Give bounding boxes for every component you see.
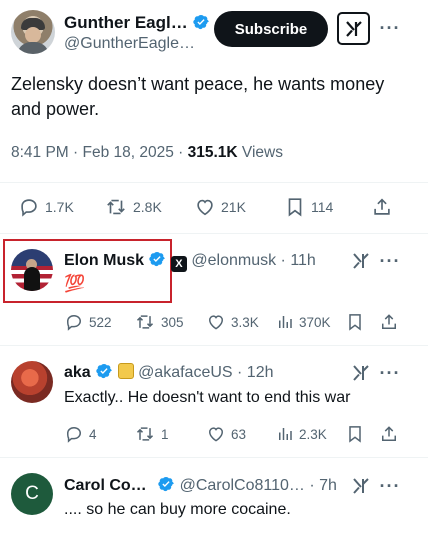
- reply-count: 522: [89, 314, 112, 330]
- like-button[interactable]: 63: [206, 424, 246, 444]
- repost-button[interactable]: 305: [134, 312, 184, 332]
- reply-author-handle[interactable]: @akafaceUS: [138, 364, 233, 381]
- bookmark-button[interactable]: 114: [284, 196, 333, 218]
- more-options-icon[interactable]: ···: [378, 361, 402, 385]
- like-button[interactable]: 21K: [194, 196, 246, 218]
- reply-author-handle[interactable]: @CarolCo8110…: [180, 477, 305, 494]
- like-count: 63: [231, 426, 247, 442]
- bookmark-button[interactable]: [345, 312, 365, 332]
- verified-badge-icon: [149, 251, 166, 267]
- reply-button[interactable]: 1.7K: [18, 196, 74, 218]
- share-button[interactable]: [371, 196, 393, 218]
- bookmark-icon: [349, 426, 361, 443]
- reply-icon: [21, 199, 37, 217]
- x-affiliation-badge-icon: X: [170, 256, 187, 272]
- heart-icon: [208, 315, 224, 330]
- share-icon: [382, 426, 396, 441]
- grok-button[interactable]: [337, 12, 370, 45]
- like-button[interactable]: 3.3K: [206, 312, 259, 332]
- tweet-timestamp[interactable]: 8:41 PM · Feb 18, 2025 ·: [11, 144, 188, 161]
- verified-badge-icon: [193, 14, 209, 30]
- repost-icon: [136, 315, 154, 329]
- views-bar-chart-icon: [279, 428, 292, 440]
- heart-icon: [208, 427, 224, 442]
- reply-count: 4: [89, 426, 97, 442]
- more-options-icon[interactable]: ···: [378, 249, 402, 273]
- grok-icon[interactable]: [351, 476, 371, 501]
- reply-header: Elon Musk X @elonmusk · 11h: [64, 250, 316, 272]
- reply-time[interactable]: · 7h: [309, 477, 337, 494]
- reply-header: Carol Co… @CarolCo8110… · 7h: [64, 475, 337, 495]
- reply-avatar[interactable]: [11, 361, 53, 403]
- verified-badge-icon: [158, 476, 174, 492]
- author-avatar[interactable]: [11, 10, 55, 54]
- like-count: 3.3K: [231, 314, 259, 330]
- reply-text: Exactly.. He doesn't want to end this wa…: [64, 389, 351, 406]
- divider: [0, 457, 428, 458]
- bookmark-count: 114: [311, 199, 334, 215]
- share-button[interactable]: [379, 424, 399, 444]
- subscribe-button[interactable]: Subscribe: [214, 11, 328, 47]
- views-bar-chart-icon: [279, 316, 292, 328]
- tweet-meta: 8:41 PM · Feb 18, 2025 · 315.1K Views: [11, 144, 283, 162]
- reply-time[interactable]: · 12h: [237, 364, 273, 381]
- repost-count: 305: [161, 314, 184, 330]
- grok-icon[interactable]: [351, 363, 371, 388]
- tweet-text: Zelensky doesn’t want peace, he wants mo…: [11, 74, 385, 119]
- reply-button[interactable]: 522: [64, 312, 112, 332]
- affiliation-badge-icon: [117, 363, 134, 379]
- views-count: 370K: [299, 314, 331, 330]
- repost-count: 1: [161, 426, 169, 442]
- reply-icon: [66, 426, 82, 443]
- heart-icon: [197, 199, 213, 216]
- view-count: 315.1K: [187, 144, 238, 161]
- divider: [0, 345, 428, 346]
- reply-icon: [66, 314, 82, 331]
- bookmark-icon: [288, 198, 302, 217]
- reply-author-handle[interactable]: @elonmusk: [191, 252, 276, 269]
- share-icon: [382, 314, 396, 329]
- share-icon: [374, 198, 390, 215]
- views-count: 2.3K: [299, 426, 327, 442]
- reply-text: 💯: [64, 274, 86, 293]
- grok-icon: [345, 20, 362, 37]
- views-label: Views: [237, 144, 283, 161]
- share-button[interactable]: [379, 312, 399, 332]
- views-button[interactable]: 2.3K: [276, 424, 327, 444]
- reply-avatar[interactable]: C: [11, 473, 53, 515]
- bookmark-icon: [349, 314, 361, 331]
- repost-count: 2.8K: [133, 199, 162, 215]
- author-handle[interactable]: @GuntherEagle…: [64, 35, 195, 53]
- verified-badge-icon: [96, 363, 112, 379]
- repost-button[interactable]: 2.8K: [104, 196, 162, 218]
- views-button[interactable]: 370K: [276, 312, 331, 332]
- divider: [0, 233, 428, 234]
- grok-icon[interactable]: [351, 251, 371, 276]
- author-name-row[interactable]: Gunther Eagl…: [64, 13, 210, 33]
- reply-author-name[interactable]: aka: [64, 364, 91, 381]
- bookmark-button[interactable]: [345, 424, 365, 444]
- reply-text: .... so he can buy more cocaine.: [64, 501, 291, 518]
- reply-author-name[interactable]: Carol Co…: [64, 477, 147, 494]
- like-count: 21K: [221, 199, 246, 215]
- more-options-icon[interactable]: ···: [378, 474, 402, 498]
- repost-icon: [107, 199, 125, 215]
- divider: [0, 182, 428, 183]
- reply-count: 1.7K: [45, 199, 74, 215]
- reply-author-name[interactable]: Elon Musk: [64, 252, 144, 269]
- repost-icon: [136, 427, 154, 441]
- reply-time[interactable]: · 11h: [281, 252, 316, 269]
- reply-button[interactable]: 4: [64, 424, 97, 444]
- more-options-icon[interactable]: ···: [378, 16, 402, 40]
- reply-header: aka @akafaceUS · 12h: [64, 362, 274, 382]
- author-name[interactable]: Gunther Eagl…: [64, 13, 188, 32]
- repost-button[interactable]: 1: [134, 424, 169, 444]
